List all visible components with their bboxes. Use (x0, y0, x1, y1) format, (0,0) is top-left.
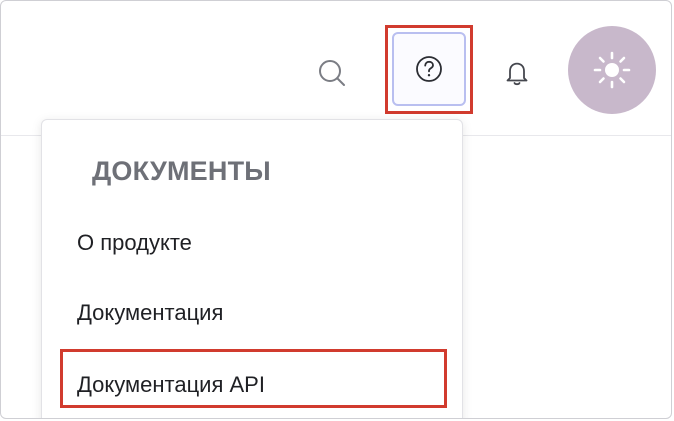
help-button[interactable] (392, 32, 466, 106)
help-icon (416, 56, 442, 82)
notifications-button[interactable] (497, 54, 537, 92)
menu-item-about-product[interactable]: О продукте (77, 230, 192, 256)
avatar[interactable] (568, 26, 656, 114)
search-icon (319, 60, 345, 86)
help-dropdown-menu: ДОКУМЕНТЫ О продукте Документация Докуме… (41, 119, 463, 418)
dropdown-heading: ДОКУМЕНТЫ (92, 156, 271, 186)
bell-icon (506, 62, 528, 86)
sun-icon (593, 51, 631, 89)
search-button[interactable] (310, 55, 354, 91)
menu-item-documentation[interactable]: Документация (77, 300, 223, 326)
menu-item-api-documentation[interactable]: Документация API (77, 372, 265, 398)
app-window: ДОКУМЕНТЫ О продукте Документация Докуме… (0, 0, 672, 419)
